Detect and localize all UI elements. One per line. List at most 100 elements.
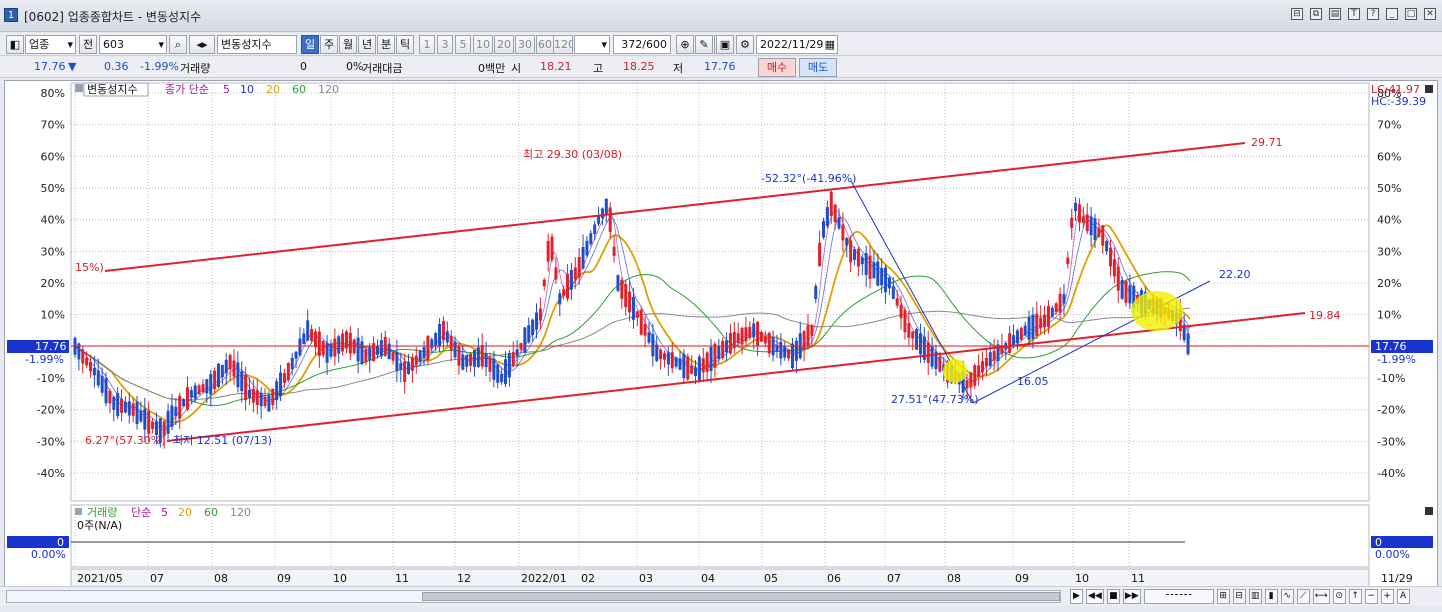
minute-120[interactable]: 120: [553, 35, 573, 54]
diag-top-annotation: -52.32°(-41.96%): [761, 172, 856, 185]
horizontal-scrollbar[interactable]: [6, 590, 1061, 603]
draw-tool-icon[interactable]: ✎: [695, 35, 713, 54]
target-icon[interactable]: ⊙: [1332, 589, 1346, 604]
minute-60[interactable]: 60: [536, 35, 554, 54]
close-icon[interactable]: ✕: [1424, 8, 1436, 20]
sell-button[interactable]: 매도: [799, 58, 837, 77]
candle-body: [790, 343, 794, 369]
play-icon[interactable]: ▶: [1070, 589, 1083, 604]
line-icon[interactable]: ∿: [1280, 589, 1294, 604]
minute-select[interactable]: ▾: [574, 35, 610, 54]
candle-icon[interactable]: ▮: [1264, 589, 1278, 604]
all-button[interactable]: 전: [79, 35, 97, 54]
candle-body: [515, 349, 519, 356]
plus-icon[interactable]: +: [1380, 589, 1394, 604]
period-month[interactable]: 월: [339, 35, 357, 54]
date-axis-band: [70, 568, 1370, 588]
window-title: [0602] 업종종합차트 - 변동성지수: [24, 10, 202, 24]
minus-icon[interactable]: −: [1364, 589, 1378, 604]
y-tick-label: -40%: [1377, 467, 1405, 480]
candle-body: [410, 357, 414, 371]
search-icon[interactable]: ⌕: [169, 35, 187, 54]
chart-area[interactable]: 80%70%60%50%40%30%20%10%0%-10%-20%-30%-4…: [4, 80, 1438, 602]
font-icon[interactable]: T: [1348, 8, 1360, 20]
candle-body: [120, 398, 124, 413]
candle-body: [600, 208, 604, 219]
candle-body: [185, 387, 189, 410]
candle-body: [488, 357, 492, 372]
gear-icon[interactable]: ⚙: [736, 35, 754, 54]
candle-body: [453, 341, 457, 358]
period-day[interactable]: 일: [301, 35, 319, 54]
font-a-icon[interactable]: A: [1396, 589, 1410, 604]
up-arrow-icon[interactable]: ↑: [1348, 589, 1362, 604]
y-tick-label: 60%: [1377, 150, 1401, 163]
trend-icon[interactable]: ⟋: [1296, 589, 1310, 604]
candle-body: [1089, 216, 1093, 236]
price-chart[interactable]: 80%70%60%50%40%30%20%10%0%-10%-20%-30%-4…: [5, 81, 1439, 603]
open-label: 시: [511, 62, 522, 75]
period-week[interactable]: 주: [320, 35, 338, 54]
minute-20[interactable]: 20: [494, 35, 514, 54]
market-select[interactable]: 업종 ▾: [25, 35, 76, 54]
highlight-circle: [1131, 291, 1183, 331]
market-icon[interactable]: ◧: [6, 35, 24, 54]
x-tick-label: 10: [333, 572, 347, 585]
scale-slider[interactable]: ⁃⁃⁃⁃⁃⁃: [1143, 589, 1214, 604]
bar-icon[interactable]: ▥: [1248, 589, 1262, 604]
candle-body: [822, 220, 826, 238]
candle-body: [1066, 257, 1070, 265]
candle-body: [585, 240, 589, 256]
minute-3[interactable]: 3: [437, 35, 453, 54]
legend-ma-5: 5: [223, 83, 230, 96]
date-field[interactable]: 2022/11/29 ▦: [756, 35, 838, 54]
candle-body: [864, 253, 868, 275]
horiz-icon[interactable]: ⟷: [1312, 589, 1330, 604]
pane-menu-icon[interactable]: [1425, 85, 1433, 93]
minute-5[interactable]: 5: [455, 35, 471, 54]
x-end-label: 11/29: [1381, 572, 1413, 585]
count-field[interactable]: 372/600: [613, 35, 671, 54]
ch-bottom-end-label: 19.84: [1309, 309, 1341, 322]
code-input[interactable]: 603 ▾: [99, 35, 167, 54]
buy-button[interactable]: 매수: [758, 58, 796, 77]
candle-body: [577, 256, 581, 278]
stop-icon[interactable]: ■: [1106, 589, 1120, 604]
candle-body: [1074, 202, 1078, 212]
zoom-icon[interactable]: ⊕: [676, 35, 694, 54]
pane-close-icon[interactable]: [1425, 507, 1433, 515]
minute-30[interactable]: 30: [515, 35, 535, 54]
forward-icon[interactable]: ▶▶: [1122, 589, 1141, 604]
candle-body: [748, 326, 752, 338]
minimize-icon[interactable]: _: [1386, 8, 1398, 20]
scroll-thumb[interactable]: [422, 592, 1060, 601]
candle-body: [1008, 333, 1012, 354]
candle-body: [802, 331, 806, 351]
compare-icon[interactable]: ⊟: [1232, 589, 1246, 604]
sound-icon[interactable]: ◂▸: [189, 35, 215, 54]
candle-body: [1101, 225, 1105, 246]
candle-body: [810, 325, 814, 336]
y-tick-label: -10%: [37, 372, 65, 385]
period-minute[interactable]: 분: [377, 35, 395, 54]
candle-body: [465, 355, 469, 367]
minute-10[interactable]: 10: [473, 35, 493, 54]
candle-body: [438, 324, 442, 346]
x-tick-label: 11: [1131, 572, 1145, 585]
maximize-icon[interactable]: □: [1405, 8, 1417, 20]
help-icon[interactable]: ?: [1367, 8, 1379, 20]
y-tick-label: -20%: [1377, 404, 1405, 417]
layout-icon[interactable]: ⊞: [1216, 589, 1230, 604]
rewind-icon[interactable]: ◀◀: [1086, 589, 1104, 604]
save-icon[interactable]: ▣: [716, 35, 734, 54]
period-tick[interactable]: 틱: [396, 35, 414, 54]
period-year[interactable]: 년: [358, 35, 376, 54]
print-icon[interactable]: ▤: [1329, 8, 1341, 20]
minute-1[interactable]: 1: [419, 35, 435, 54]
candle-body: [558, 293, 562, 305]
copy-icon[interactable]: ⧉: [1310, 8, 1322, 20]
candle-body: [829, 191, 833, 216]
candle-body: [228, 354, 232, 370]
link-icon[interactable]: ⊟: [1291, 8, 1303, 20]
candle-body: [248, 389, 252, 398]
